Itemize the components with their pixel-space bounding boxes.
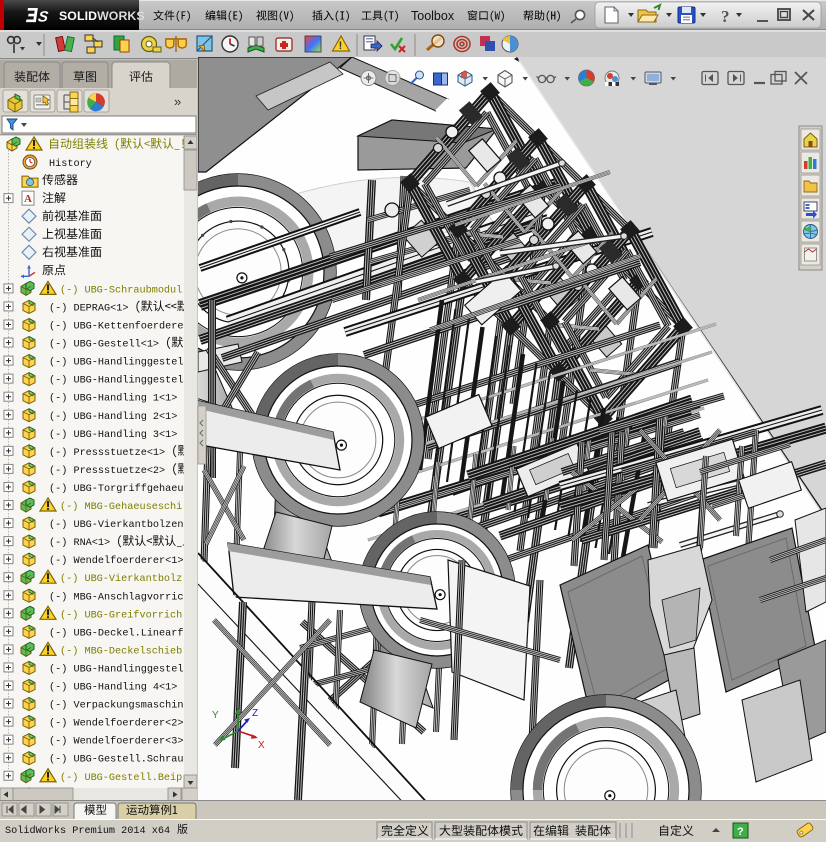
svg-text:(-) UBG-Kettenfoerderer: (-) UBG-Kettenfoerderer <box>49 321 190 333</box>
svg-text:Y: Y <box>212 710 219 721</box>
svg-text:(-) Pressstuetze<1>: (-) Pressstuetze<1> <box>49 447 171 459</box>
svg-text:Toolbox: Toolbox <box>411 9 455 23</box>
svg-text:(-) RNA<1>: (-) RNA<1> <box>49 537 116 549</box>
svg-text:(-) MBG-Gehaeuseschi: (-) MBG-Gehaeuseschi <box>60 501 182 513</box>
svg-text:(-) UBG-Handlinggestell: (-) UBG-Handlinggestell <box>49 375 190 387</box>
svg-text:(-) UBG-Greifvorrich: (-) UBG-Greifvorrich <box>60 609 182 621</box>
svg-text:SOLIDWORKS: SOLIDWORKS <box>59 9 145 23</box>
svg-text:(-) Wendelfoerderer<1>: (-) Wendelfoerderer<1> <box>49 555 184 567</box>
svg-text:(-) UBG-Handling 4<1> (: (-) UBG-Handling 4<1> ( <box>49 682 190 694</box>
svg-text:(-) MBG-Anschlagvorrich: (-) MBG-Anschlagvorrich <box>49 591 190 603</box>
svg-text:(-) MBG-Deckelschieb: (-) MBG-Deckelschieb <box>60 645 182 657</box>
svg-text:X: X <box>258 740 265 751</box>
svg-text:(-) Pressstuetze<2>: (-) Pressstuetze<2> <box>49 465 171 477</box>
svg-text:(-) Wendelfoerderer<2>: (-) Wendelfoerderer<2> <box>49 718 184 730</box>
svg-text:(-) UBG-Gestell.Schraub: (-) UBG-Gestell.Schraub <box>49 754 190 766</box>
svg-text:(-) UBG-Gestell<1>: (-) UBG-Gestell<1> <box>49 339 165 351</box>
svg-text:»: » <box>174 94 181 109</box>
svg-text:(-) UBG-Vierkantbolz: (-) UBG-Vierkantbolz <box>60 573 182 585</box>
svg-text:Z: Z <box>252 708 258 719</box>
svg-text:(-) UBG-Handling 2<1> (: (-) UBG-Handling 2<1> ( <box>49 411 190 423</box>
svg-text:(-) UBG-Handlinggestell: (-) UBG-Handlinggestell <box>49 663 190 675</box>
svg-text:History: History <box>49 158 92 170</box>
svg-text:?: ? <box>737 826 744 838</box>
svg-text:(-) Wendelfoerderer<3>: (-) Wendelfoerderer<3> <box>49 736 184 748</box>
svg-text:(-) DEPRAG<1>: (-) DEPRAG<1> <box>49 302 135 314</box>
svg-text:(-) UBG-Handling 1<1> (: (-) UBG-Handling 1<1> ( <box>49 393 190 405</box>
svg-text:A: A <box>24 193 32 205</box>
svg-text:SolidWorks Premium 2014 x64: SolidWorks Premium 2014 x64 <box>5 825 170 837</box>
svg-text:(-) UBG-Deckel.Linearfo: (-) UBG-Deckel.Linearfo <box>49 627 190 639</box>
svg-text:(-) UBG-Vierkantbolzen.: (-) UBG-Vierkantbolzen. <box>49 519 190 531</box>
svg-text:?: ? <box>721 7 730 26</box>
svg-text:!: ! <box>339 40 343 52</box>
svg-text:(-) UBG-Schraubmodul: (-) UBG-Schraubmodul <box>60 284 182 296</box>
svg-text:(-) Verpackungsmaschine: (-) Verpackungsmaschine <box>49 700 190 712</box>
svg-text:(-) UBG-Handling 3<1> (: (-) UBG-Handling 3<1> ( <box>49 429 190 441</box>
svg-text:(-) UBG-Handlinggestell: (-) UBG-Handlinggestell <box>49 357 190 369</box>
svg-text:(-) UBG-Torgriffgehaeus: (-) UBG-Torgriffgehaeus <box>49 483 190 495</box>
svg-text:(-) UBG-Gestell.Beip: (-) UBG-Gestell.Beip <box>60 772 182 784</box>
